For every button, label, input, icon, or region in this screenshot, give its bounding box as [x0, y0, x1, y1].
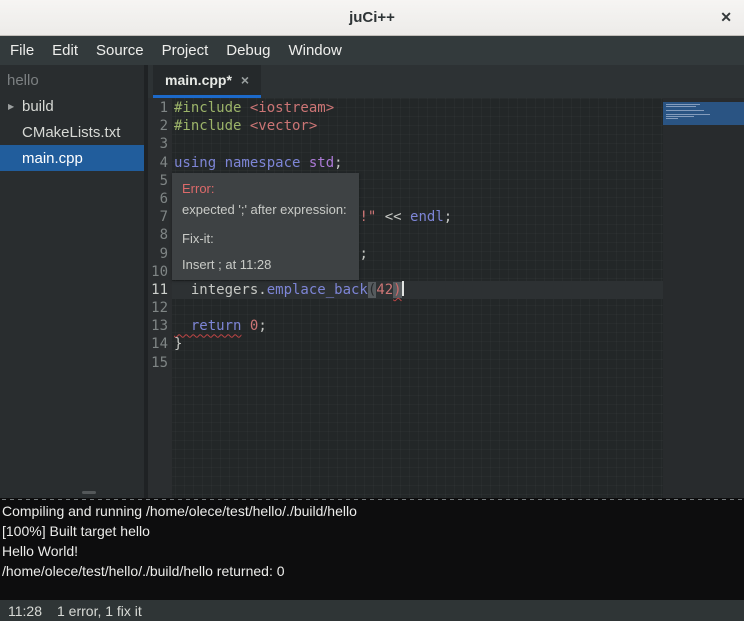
line-number: 15	[148, 354, 172, 372]
code-token: ;	[444, 209, 452, 225]
tab-close-icon[interactable]: ×	[241, 72, 249, 88]
code-token: 42	[376, 282, 393, 298]
menu-item-window[interactable]: Window	[279, 36, 350, 65]
diagnostic-tooltip: Error: expected ';' after expression: Fi…	[172, 173, 359, 280]
line-number: 2	[148, 117, 172, 135]
sidebar-scrollbar[interactable]	[82, 491, 96, 494]
menu-item-source[interactable]: Source	[87, 36, 153, 65]
cursor-position: 11:28	[8, 603, 42, 619]
tree-item-label: build	[22, 98, 54, 115]
code-line: #include <iostream>	[172, 99, 744, 117]
code-line: using namespace std;	[172, 154, 744, 172]
gutter: 123456789101112131415	[148, 98, 172, 498]
code-token: ;	[334, 155, 342, 171]
tree-item-label: CMakeLists.txt	[22, 124, 120, 141]
main-area: hello ▶build CMakeLists.txt main.cpp main.…	[0, 65, 744, 498]
fixit-label: Fix-it:	[182, 231, 349, 246]
editor-column: main.cpp* × 123456789101112131415 #inclu…	[148, 65, 744, 498]
tree-item-main-cpp[interactable]: main.cpp	[0, 145, 144, 171]
error-label: Error:	[182, 181, 349, 196]
minimap-slider[interactable]	[663, 102, 744, 125]
menu-item-edit[interactable]: Edit	[43, 36, 87, 65]
line-number: 11	[148, 281, 172, 299]
line-number: 3	[148, 135, 172, 153]
tree-item-label: main.cpp	[22, 150, 83, 167]
status-bar: 11:28 1 error, 1 fix it	[0, 600, 744, 621]
code-token: #include	[174, 118, 250, 134]
code-line: integers.emplace_back(42)	[172, 281, 744, 299]
line-number: 6	[148, 190, 172, 208]
line-number: 4	[148, 154, 172, 172]
terminal-line: /home/olece/test/hello/./build/hello ret…	[2, 561, 744, 581]
line-number: 13	[148, 317, 172, 335]
line-number: 5	[148, 172, 172, 190]
code-editor[interactable]: 123456789101112131415 #include <iostream…	[148, 98, 744, 498]
code-token: using namespace	[174, 155, 309, 171]
code-line: #include <vector>	[172, 117, 744, 135]
error-message: expected ';' after expression:	[182, 202, 349, 217]
window-title: juCi++	[349, 9, 395, 26]
code-token: }	[174, 336, 182, 352]
close-window-icon[interactable]: ✕	[720, 0, 732, 35]
menu-item-file[interactable]: File	[1, 36, 43, 65]
code-token: ;	[258, 318, 266, 334]
title-bar: juCi++ ✕	[0, 0, 744, 36]
line-number: 1	[148, 99, 172, 117]
code-token: <vector>	[250, 118, 317, 134]
menu-item-project[interactable]: Project	[153, 36, 218, 65]
line-number: 9	[148, 245, 172, 263]
line-number: 10	[148, 263, 172, 281]
line-number: 12	[148, 299, 172, 317]
app-window: juCi++ ✕ FileEditSourceProjectDebugWindo…	[0, 0, 744, 621]
code-line	[172, 135, 744, 153]
tree-item-cmakelists-txt[interactable]: CMakeLists.txt	[0, 119, 144, 145]
terminal-line: Hello World!	[2, 541, 744, 561]
expander-triangle-icon[interactable]: ▶	[8, 102, 22, 111]
tab-bar: main.cpp* ×	[148, 65, 744, 98]
tab-main-cpp[interactable]: main.cpp* ×	[153, 65, 261, 98]
overview-map	[663, 98, 744, 498]
code-token: integers.	[174, 282, 267, 298]
line-number: 14	[148, 335, 172, 353]
terminal-panel[interactable]: Compiling and running /home/olece/test/h…	[0, 498, 744, 600]
diagnostics-summary: 1 error, 1 fix it	[57, 603, 142, 619]
code-token: #include	[174, 100, 250, 116]
code-token: <<	[376, 209, 410, 225]
terminal-output: Compiling and running /home/olece/test/h…	[2, 501, 744, 581]
tree-item-build[interactable]: ▶build	[0, 93, 144, 119]
code-token: )	[393, 282, 401, 298]
code-line	[172, 354, 744, 372]
code-line: return 0;	[172, 317, 744, 335]
fixit-message: Insert ; at 11:28	[182, 257, 349, 272]
code-line	[172, 299, 744, 317]
file-tree: ▶build CMakeLists.txt main.cpp	[0, 93, 144, 171]
terminal-line: [100%] Built target hello	[2, 521, 744, 541]
line-number: 7	[148, 208, 172, 226]
text-cursor	[402, 281, 404, 296]
file-tree-panel: hello ▶build CMakeLists.txt main.cpp	[0, 65, 144, 498]
terminal-line: Compiling and running /home/olece/test/h…	[2, 501, 744, 521]
code-token: endl	[410, 209, 444, 225]
code-token: <iostream>	[250, 100, 334, 116]
menu-bar: FileEditSourceProjectDebugWindow	[0, 36, 744, 65]
menu-item-debug[interactable]: Debug	[217, 36, 279, 65]
code-token: std	[309, 155, 334, 171]
tab-label: main.cpp*	[165, 72, 232, 88]
line-number: 8	[148, 226, 172, 244]
project-root-label: hello	[0, 65, 144, 93]
code-line: }	[172, 335, 744, 353]
code-token	[241, 318, 249, 334]
code-token: return	[174, 318, 241, 334]
code-token: emplace_back	[267, 282, 368, 298]
